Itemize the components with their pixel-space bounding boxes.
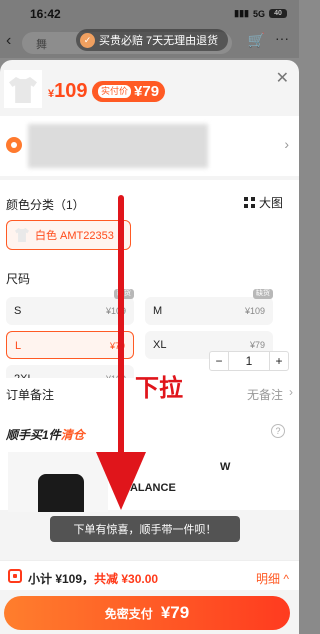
discount-text: 共减 ¥30.00 [94, 572, 159, 586]
plus-button[interactable]: + [270, 352, 288, 370]
size-price: ¥109 [244, 306, 265, 316]
real-price-badge: 实付价 ¥79 [92, 81, 166, 102]
size-name: L [15, 340, 22, 352]
product-thumbnail[interactable] [4, 70, 42, 108]
stock-badge: 缺货 [114, 289, 134, 299]
grid-icon [243, 197, 255, 208]
bundle-title: 顺手买1件清仓 [6, 426, 85, 443]
size-name: S [14, 305, 22, 317]
chevron-right-icon: › [289, 385, 293, 399]
big-picture-button[interactable]: 大图 [243, 194, 283, 211]
location-icon [6, 137, 22, 153]
color-label: 颜色分类（1） [6, 198, 85, 212]
real-price-value: ¥79 [134, 83, 160, 100]
tshirt-icon [9, 77, 37, 103]
back-icon[interactable]: ‹ [6, 32, 11, 50]
toast-message: 下单有惊喜，顺手带一件呗！ [50, 516, 240, 542]
order-note-label: 订单备注 [6, 388, 55, 402]
size-label: 尺码 [6, 272, 31, 286]
size-option-l[interactable]: L ¥79 [6, 331, 134, 359]
tshirt-icon [15, 228, 29, 242]
stock-badge: 缺货 [253, 289, 273, 299]
bundle-brand: BALANCE [122, 482, 176, 494]
bundle-title-tag: 清仓 [60, 428, 85, 442]
bundle-brand-fragment: W [220, 461, 231, 473]
product-summary: ¥109 实付价 ¥79 ✕ [0, 60, 299, 112]
product-price: ¥109 [48, 80, 88, 103]
color-option-label: 白色 AMT22353 [35, 230, 114, 242]
size-price: ¥79 [109, 341, 125, 351]
real-price-tag: 实付价 [98, 85, 132, 98]
battery-icon: 40 [269, 9, 287, 18]
minus-button[interactable]: − [210, 352, 228, 370]
guarantee-banner: ✓ 买贵必赔 7天无理由退货 [76, 29, 229, 51]
pay-amount: ¥79 [160, 603, 190, 622]
sku-sheet: ¥109 实付价 ¥79 ✕ › 颜色分类（1） 大图 白色 AMT22353 … [0, 60, 299, 634]
subtotal-text: 小计 ¥109， [28, 572, 95, 586]
search-text: 舞 [36, 39, 47, 51]
size-name: M [153, 305, 163, 317]
chevron-right-icon: › [284, 136, 289, 152]
order-note-value: 无备注 [246, 388, 283, 402]
size-option-m[interactable]: M ¥109 缺货 [145, 289, 273, 325]
price-value: 109 [54, 80, 88, 102]
toast-text: 下单有惊喜，顺手带一件呗！ [73, 524, 217, 536]
close-icon[interactable]: ✕ [276, 68, 289, 88]
address-blurred [28, 124, 208, 168]
cart-icon[interactable]: 🛒 [248, 32, 265, 49]
help-icon[interactable]: ? [271, 424, 285, 438]
network-label: 5G [252, 8, 265, 19]
size-name: XL [153, 339, 167, 351]
bundle-product-card[interactable] [8, 452, 108, 512]
size-price: ¥109 [105, 306, 126, 316]
status-time: 16:42 [30, 7, 61, 21]
color-option-white[interactable]: 白色 AMT22353 [6, 220, 131, 250]
more-icon[interactable]: ··· [275, 30, 289, 46]
coupon-icon [8, 569, 22, 583]
quantity-value[interactable]: 1 [228, 352, 270, 370]
size-option-s[interactable]: S ¥109 缺货 [6, 289, 134, 325]
summary-text: 小计 ¥109，共减 ¥30.00 [28, 570, 158, 587]
guarantee-text: 买贵必赔 7天无理由退货 [99, 35, 219, 47]
big-picture-label: 大图 [258, 196, 283, 210]
address-row[interactable]: › [0, 116, 299, 176]
signal-icon: ▮▮▮ [234, 8, 249, 18]
pay-label: 免密支付 [104, 606, 153, 621]
pay-button[interactable]: 免密支付 ¥79 [4, 596, 290, 630]
size-price: ¥79 [249, 340, 265, 350]
status-bar: 16:42 ▮▮▮ 5G 40 [0, 0, 299, 26]
quantity-stepper[interactable]: − 1 + [209, 351, 289, 371]
bundle-title-main: 顺手买1件 [6, 428, 61, 442]
status-indicators: ▮▮▮ 5G 40 [234, 8, 287, 19]
bundle-section: 顺手买1件清仓 ? W BALANCE [0, 414, 299, 512]
product-image [38, 474, 84, 512]
shield-icon: ✓ [80, 32, 95, 48]
summary-bar: 小计 ¥109，共减 ¥30.00 明细 ^ [0, 560, 299, 590]
details-toggle[interactable]: 明细 ^ [256, 570, 289, 587]
pull-down-label: 下拉 [135, 375, 183, 402]
